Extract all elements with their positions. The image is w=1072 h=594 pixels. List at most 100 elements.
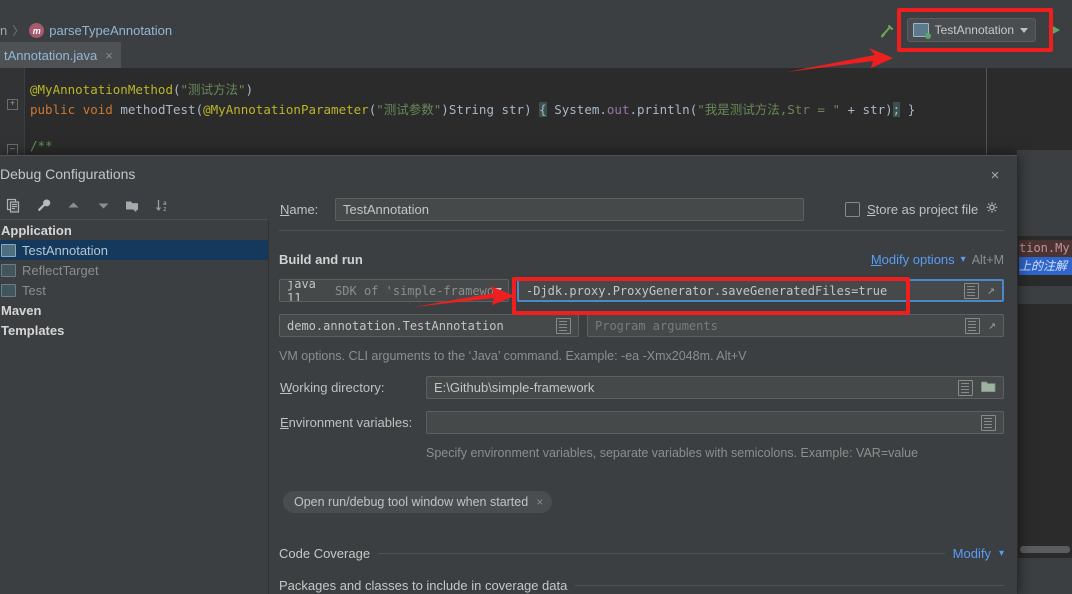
maximize-icon[interactable]: ↗ — [987, 283, 995, 298]
coverage-packages-section: Packages and classes to include in cover… — [279, 578, 1004, 593]
store-as-project-file-row[interactable]: Store as project file — [845, 201, 999, 218]
sort-az-icon[interactable]: a z — [150, 193, 176, 217]
ide-screenshot: n 〉 m parseTypeAnnotation TestAnnotation — [0, 0, 1072, 594]
edit-env-vars-icon[interactable] — [981, 414, 996, 431]
code-token: { — [539, 102, 547, 117]
code-token: void — [82, 102, 113, 117]
name-label: Name: — [280, 202, 318, 217]
working-directory-input[interactable]: E:\Github\simple-framework — [426, 376, 1004, 399]
background-panel-strip — [1017, 286, 1072, 304]
section-divider — [575, 585, 1004, 586]
code-token: out — [606, 102, 630, 117]
name-input[interactable]: TestAnnotation — [335, 198, 804, 221]
code-annotation: @MyAnnotationMethod — [30, 82, 173, 97]
method-icon: m — [29, 23, 45, 38]
code-coverage-section[interactable]: Code Coverage Modify ▾ — [279, 546, 1004, 561]
breadcrumb-method[interactable]: parseTypeAnnotation — [49, 23, 172, 38]
folder-icon[interactable] — [981, 380, 996, 396]
copy-icon[interactable] — [0, 193, 26, 217]
code-line-3: /** — [30, 138, 53, 153]
run-configuration-selector[interactable]: TestAnnotation — [906, 18, 1036, 42]
browse-class-icon[interactable] — [556, 317, 571, 334]
code-token: println — [637, 102, 690, 117]
breadcrumb[interactable]: n 〉 m parseTypeAnnotation — [0, 22, 172, 39]
code-editor[interactable]: + – @MyAnnotationMethod("测试方法") public v… — [0, 68, 1072, 158]
dialog-title: Debug Configurations — [0, 166, 136, 182]
expand-editor-icon[interactable] — [965, 317, 981, 334]
arrow-up-icon[interactable] — [60, 193, 86, 217]
modify-options-mnemonic: M — [870, 252, 882, 267]
chevron-down-icon[interactable]: ▾ — [961, 254, 966, 265]
modify-options-link[interactable]: Modify options — [871, 252, 955, 267]
horizontal-scrollbar[interactable] — [1020, 546, 1070, 553]
expand-editor-icon[interactable] — [964, 282, 980, 299]
store-label-rest: tore as project file — [875, 202, 979, 217]
main-class-input[interactable]: demo.annotation.TestAnnotation — [279, 314, 579, 337]
macros-icon[interactable] — [958, 379, 973, 396]
application-icon — [1, 263, 16, 277]
store-as-project-file-checkbox[interactable] — [845, 202, 860, 217]
tree-group-application[interactable]: Application — [0, 220, 268, 240]
chevron-down-icon[interactable]: ▾ — [999, 548, 1004, 559]
navigation-bar: n 〉 m parseTypeAnnotation TestAnnotation — [0, 8, 1072, 43]
maximize-icon[interactable]: ↗ — [988, 318, 996, 333]
environment-variables-input[interactable] — [426, 411, 1004, 434]
run-triangle-icon[interactable] — [1044, 19, 1066, 41]
chevron-down-icon[interactable] — [494, 288, 502, 293]
close-icon[interactable]: × — [105, 48, 113, 63]
editor-tab-bar: tAnnotation.java × — [0, 42, 1072, 69]
configuration-form: Name: TestAnnotation Store as project fi… — [269, 186, 1017, 594]
fold-expand-icon[interactable]: + — [7, 99, 18, 110]
coverage-packages-title: Packages and classes to include in cover… — [279, 578, 568, 593]
configurations-tree[interactable]: Application TestAnnotation ReflectTarget… — [0, 219, 269, 594]
code-token: public — [30, 102, 76, 117]
background-status-strip — [1017, 558, 1072, 594]
main-class-value: demo.annotation.TestAnnotation — [287, 318, 504, 333]
chevron-down-icon[interactable] — [1020, 27, 1028, 33]
code-token: str — [862, 102, 886, 117]
editor-tab[interactable]: tAnnotation.java × — [0, 42, 121, 68]
gear-icon[interactable] — [985, 201, 999, 218]
name-label-rest: ame: — [289, 202, 319, 217]
code-token: ) — [524, 102, 532, 117]
tree-group-templates[interactable]: Templates — [0, 320, 268, 340]
run-configuration-name: TestAnnotation — [934, 23, 1014, 37]
code-token: ) — [885, 102, 893, 117]
environment-variables-label: Environment variables: — [280, 415, 412, 430]
tree-item-test[interactable]: Test — [0, 280, 268, 300]
vm-options-input[interactable]: -Djdk.proxy.ProxyGenerator.saveGenerated… — [517, 279, 1004, 302]
background-panel-upper — [1017, 150, 1072, 236]
tree-item-testannotation[interactable]: TestAnnotation — [0, 240, 268, 260]
close-icon[interactable]: × — [536, 495, 543, 509]
code-token: ) — [245, 82, 254, 97]
modify-options-row[interactable]: Modify options ▾ Alt+M — [871, 252, 1004, 267]
name-label-mnemonic: N — [280, 202, 290, 217]
environment-variables-mnemonic: E — [280, 415, 289, 430]
editor-tab-title: tAnnotation.java — [4, 47, 98, 63]
hammer-icon[interactable] — [877, 19, 899, 41]
close-icon[interactable]: × — [986, 166, 1004, 184]
menu-bar — [0, 0, 1072, 8]
jre-description: SDK of 'simple-framewo — [335, 283, 494, 298]
form-divider-1 — [279, 230, 1004, 231]
open-tool-window-chip[interactable]: Open run/debug tool window when started … — [283, 491, 553, 513]
fold-collapse-icon[interactable]: – — [7, 144, 18, 155]
arrow-down-icon[interactable] — [90, 193, 116, 217]
wrench-icon[interactable] — [30, 193, 56, 217]
editor-right-divider — [986, 68, 987, 158]
vm-options-value: -Djdk.proxy.ProxyGenerator.saveGenerated… — [526, 283, 888, 298]
code-token: "测试方法" — [180, 82, 246, 97]
program-arguments-placeholder: Program arguments — [595, 318, 718, 333]
folder-add-icon[interactable] — [120, 193, 146, 217]
tree-item-reflecttarget[interactable]: ReflectTarget — [0, 260, 268, 280]
tree-item-label: ReflectTarget — [22, 262, 99, 278]
working-directory-value: E:\Github\simple-framework — [434, 380, 595, 395]
jre-selector[interactable]: java 11 SDK of 'simple-framewo — [279, 279, 509, 302]
code-coverage-modify-link[interactable]: Modify — [953, 546, 991, 561]
tree-group-maven[interactable]: Maven — [0, 300, 268, 320]
modify-options-shortcut: Alt+M — [971, 252, 1004, 267]
name-input-value: TestAnnotation — [343, 202, 430, 217]
code-token: ) — [441, 102, 449, 117]
program-arguments-input[interactable]: Program arguments ↗ — [587, 314, 1004, 337]
breadcrumb-prefix: n — [0, 23, 8, 38]
